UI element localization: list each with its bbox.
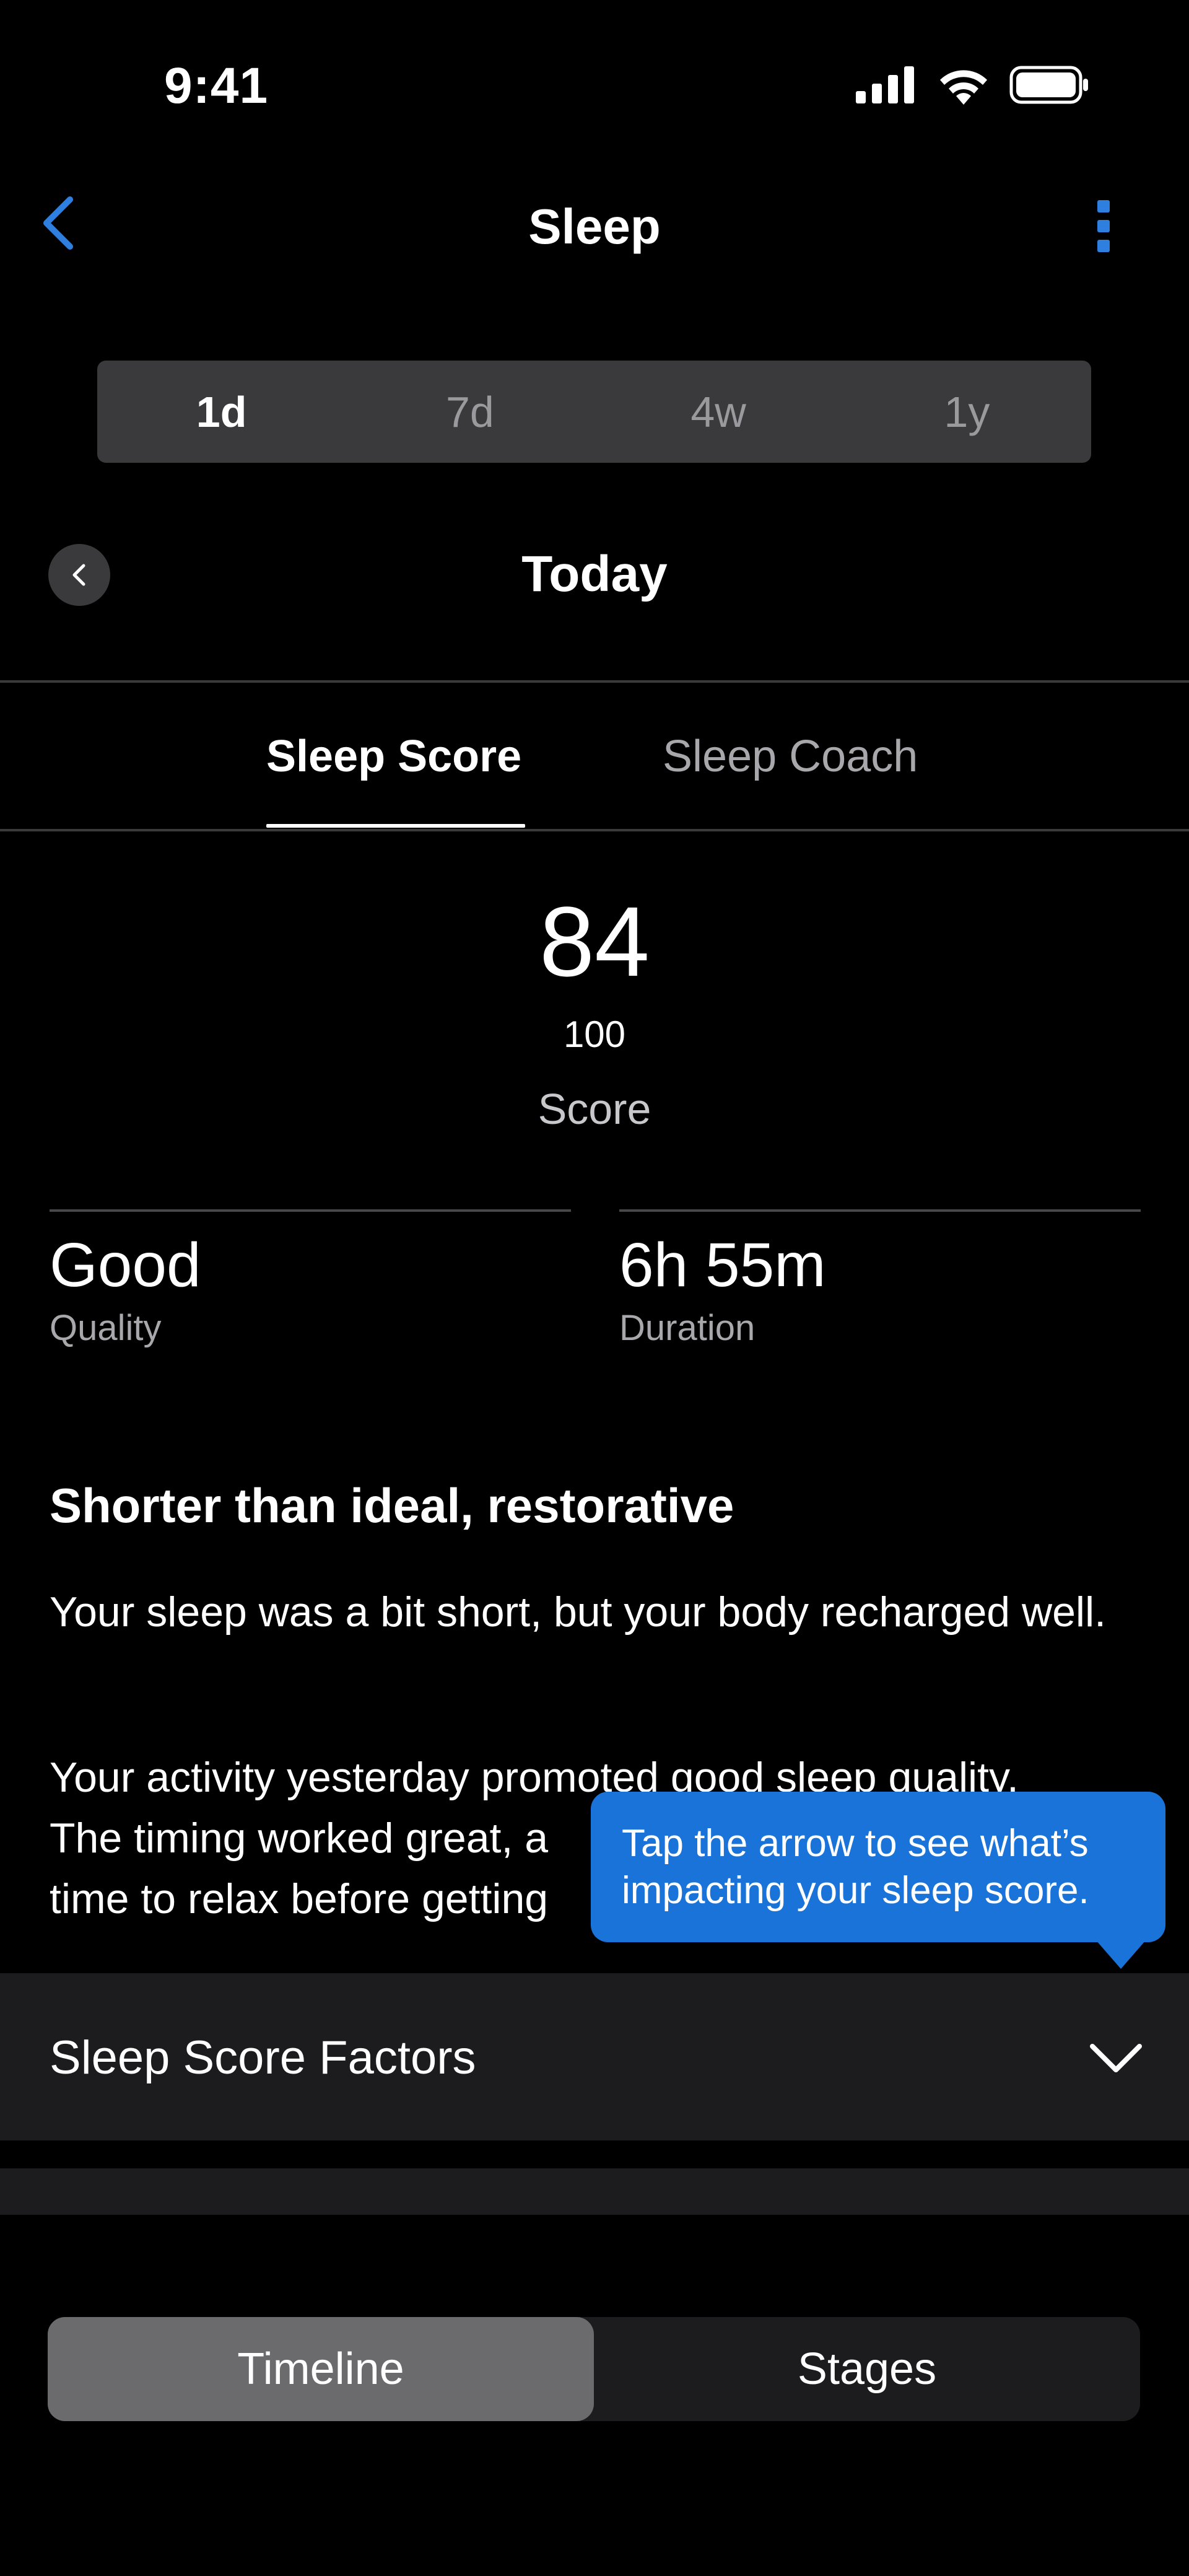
range-option-1y[interactable]: 1y xyxy=(843,361,1091,463)
stat-divider xyxy=(50,1209,571,1212)
more-options-button[interactable] xyxy=(1084,195,1124,257)
sleep-score-factors-row[interactable]: Sleep Score Factors xyxy=(0,1973,1189,2140)
expand-factors-button[interactable] xyxy=(1085,2029,1147,2085)
divider xyxy=(0,680,1189,683)
active-tab-indicator xyxy=(266,824,525,828)
insight-title: Shorter than ideal, restorative xyxy=(50,1478,734,1533)
range-option-1d[interactable]: 1d xyxy=(97,361,346,463)
status-icons xyxy=(856,65,1090,105)
sleep-score-max: 100 xyxy=(563,1014,626,1055)
duration-value: 6h 55m xyxy=(619,1230,826,1300)
insight-paragraph: Your sleep was a bit short, but your bod… xyxy=(50,1588,1107,1636)
divider xyxy=(0,829,1189,831)
tooltip-text: Tap the arrow to see what’s impacting yo… xyxy=(622,1821,1089,1912)
more-vertical-icon xyxy=(1097,200,1110,252)
quality-label: Quality xyxy=(50,1308,162,1348)
sleep-score-factors-label: Sleep Score Factors xyxy=(50,2031,476,2084)
hint-tooltip[interactable]: Tap the arrow to see what’s impacting yo… xyxy=(591,1792,1165,1942)
status-time: 9:41 xyxy=(164,58,269,114)
date-title: Today xyxy=(521,546,668,602)
sleep-score-value: 84 xyxy=(539,886,650,997)
range-option-7d[interactable]: 7d xyxy=(346,361,594,463)
quality-value: Good xyxy=(50,1230,201,1300)
page-title: Sleep xyxy=(528,199,661,254)
cellular-signal-icon xyxy=(856,66,914,103)
range-segmented-control: 1d 7d 4w 1y xyxy=(97,361,1091,463)
tooltip-pointer xyxy=(1096,1940,1146,1969)
battery-icon xyxy=(1009,66,1088,104)
tab-sleep-score[interactable]: Sleep Score xyxy=(266,731,521,782)
wifi-icon xyxy=(940,70,987,105)
sleep-score-label: Score xyxy=(538,1085,651,1133)
section-separator xyxy=(0,2168,1189,2215)
view-option-timeline[interactable]: Timeline xyxy=(48,2317,594,2421)
view-option-stages[interactable]: Stages xyxy=(594,2317,1140,2421)
tab-sleep-coach[interactable]: Sleep Coach xyxy=(663,731,918,782)
chevron-down-icon xyxy=(1090,2044,1142,2072)
stat-divider xyxy=(619,1209,1141,1212)
view-segmented-control: Timeline Stages xyxy=(48,2317,1140,2421)
duration-label: Duration xyxy=(619,1308,756,1348)
range-option-4w[interactable]: 4w xyxy=(594,361,843,463)
